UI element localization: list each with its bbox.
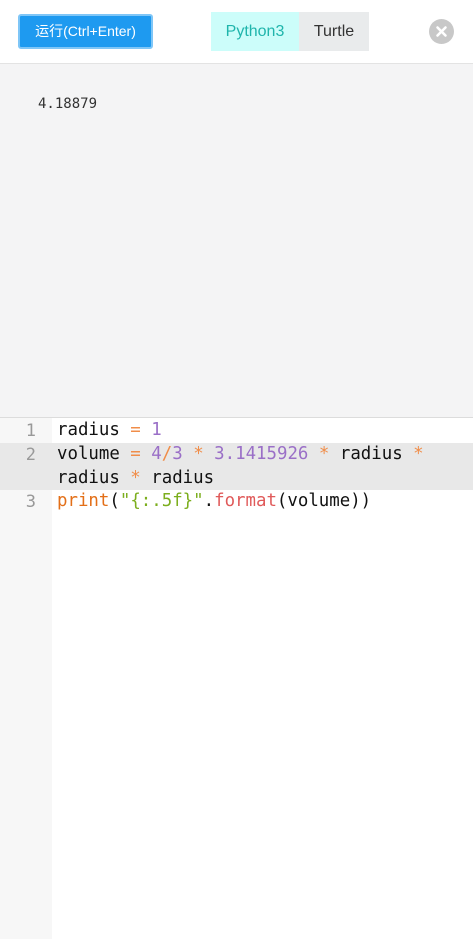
close-icon <box>436 26 447 37</box>
code-line[interactable]: volume = 4/3 * 3.1415926 * radius * radi… <box>57 443 457 490</box>
close-button[interactable] <box>429 19 454 44</box>
line-number: 2 <box>25 445 36 465</box>
tab-python3[interactable]: Python3 <box>211 12 299 51</box>
output-panel: 4.18879 <box>0 64 473 418</box>
line-number: 1 <box>25 421 36 441</box>
line-number: 3 <box>25 492 36 512</box>
tab-turtle[interactable]: Turtle <box>299 12 369 51</box>
run-button[interactable]: 运行(Ctrl+Enter) <box>18 14 153 49</box>
output-text: 4.18879 <box>38 96 98 112</box>
code-editor[interactable]: 1 2 3 radius = 1 volume = 4/3 * 3.141592… <box>0 418 473 939</box>
language-tabs: Python3 Turtle <box>211 12 369 51</box>
code-line[interactable]: print("{:.5f}".format(volume)) <box>57 490 371 514</box>
toolbar: 运行(Ctrl+Enter) Python3 Turtle <box>0 0 473 64</box>
code-line[interactable]: radius = 1 <box>57 419 162 443</box>
